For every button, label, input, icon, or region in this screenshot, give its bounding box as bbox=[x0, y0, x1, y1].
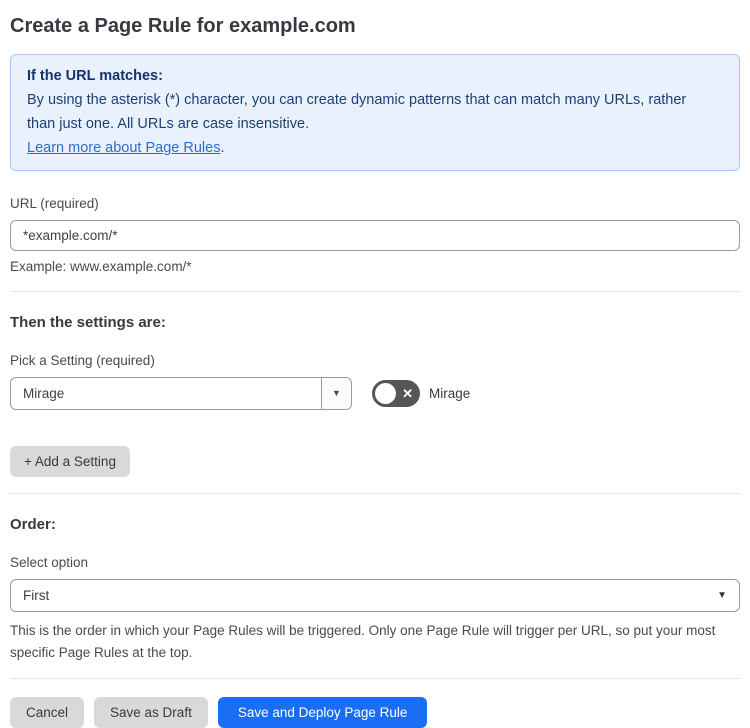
learn-more-link[interactable]: Learn more about Page Rules bbox=[27, 140, 220, 156]
divider bbox=[10, 493, 740, 494]
divider bbox=[10, 678, 740, 679]
order-select-label: Select option bbox=[10, 555, 89, 570]
add-setting-button[interactable]: + Add a Setting bbox=[10, 446, 130, 477]
setting-select-value: Mirage bbox=[23, 386, 65, 401]
order-select[interactable]: First ▼ bbox=[10, 579, 740, 612]
setting-row: Mirage ▼ ✕ Mirage bbox=[10, 377, 740, 410]
mirage-toggle[interactable]: ✕ bbox=[372, 380, 420, 407]
save-as-draft-button[interactable]: Save as Draft bbox=[94, 697, 208, 728]
page-title: Create a Page Rule for example.com bbox=[10, 15, 356, 37]
footer-actions: Cancel Save as Draft Save and Deploy Pag… bbox=[10, 697, 740, 728]
cancel-button[interactable]: Cancel bbox=[10, 697, 85, 728]
link-period: . bbox=[220, 140, 225, 156]
setting-select[interactable]: Mirage ▼ bbox=[10, 377, 352, 410]
setting-select-arrow-button[interactable]: ▼ bbox=[321, 378, 351, 409]
url-match-info-box: If the URL matches: By using the asteris… bbox=[10, 54, 740, 171]
chevron-down-icon: ▼ bbox=[717, 590, 727, 601]
info-box-link-line: Learn more about Page Rules. bbox=[27, 136, 723, 160]
chevron-down-icon: ▼ bbox=[332, 388, 341, 398]
order-helper: This is the order in which your Page Rul… bbox=[10, 623, 716, 660]
url-helper: Example: www.example.com/* bbox=[10, 259, 192, 274]
order-select-value: First bbox=[23, 588, 50, 603]
url-input[interactable] bbox=[10, 220, 740, 251]
x-icon: ✕ bbox=[402, 386, 413, 401]
toggle-knob bbox=[375, 383, 396, 404]
divider bbox=[10, 291, 740, 292]
toggle-label: Mirage bbox=[429, 386, 471, 401]
info-box-body: By using the asterisk (*) character, you… bbox=[27, 92, 687, 132]
info-box-heading: If the URL matches: bbox=[27, 68, 163, 84]
settings-heading: Then the settings are: bbox=[10, 314, 166, 331]
url-label: URL (required) bbox=[10, 196, 99, 211]
order-heading: Order: bbox=[10, 516, 56, 533]
save-and-deploy-button[interactable]: Save and Deploy Page Rule bbox=[217, 697, 428, 728]
pick-setting-label: Pick a Setting (required) bbox=[10, 353, 155, 368]
